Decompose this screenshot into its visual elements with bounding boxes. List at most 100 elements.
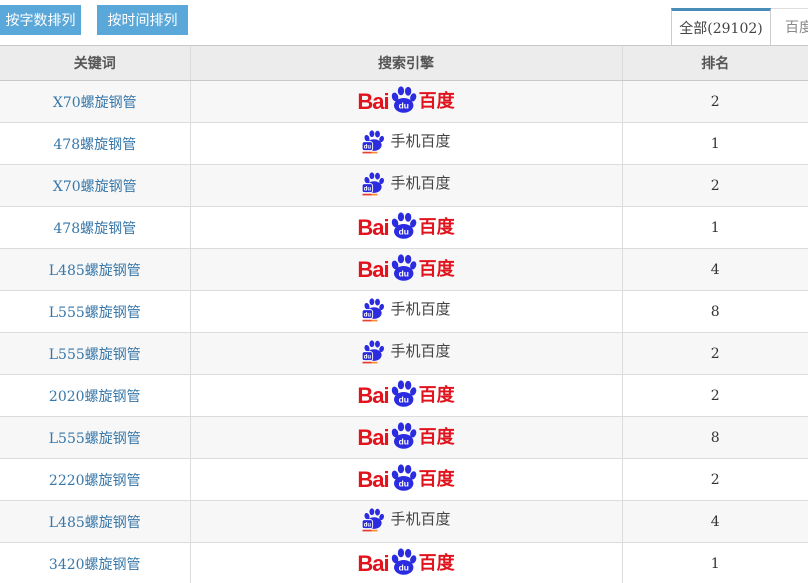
mobile-baidu-du-text: du (364, 354, 372, 360)
baidu-logo-cn-text: 百度 (419, 387, 455, 405)
engine-cell: du 手机百度 (190, 123, 622, 165)
keyword-cell: L555螺旋钢管 (0, 291, 190, 333)
baidu-logo-bai-text: Bai (357, 385, 388, 407)
rank-value: 1 (711, 220, 720, 236)
baidu-logo-cn-text: 百度 (419, 219, 455, 237)
baidu-paw-icon: du (390, 380, 417, 407)
mobile-baidu-label: 手机百度 (390, 512, 450, 527)
baidu-logo: Bai du 百度 (357, 256, 454, 283)
mobile-baidu-logo: du 手机百度 (361, 298, 450, 322)
baidu-logo-cn-text: 百度 (419, 261, 455, 279)
rank-value: 2 (711, 388, 720, 404)
baidu-logo-bai-text: Bai (357, 217, 388, 239)
baidu-logo: Bai du 百度 (357, 550, 454, 577)
mobile-baidu-du-text: du (364, 186, 372, 192)
mobile-baidu-icon: du (361, 172, 385, 196)
keyword-link[interactable]: 2220螺旋钢管 (49, 473, 141, 489)
rank-cell: 8 (622, 417, 808, 459)
mobile-baidu-logo: du 手机百度 (361, 508, 450, 532)
table-row: 478螺旋钢管 Bai du 百度 1 (0, 207, 808, 249)
keyword-link[interactable]: 2020螺旋钢管 (49, 389, 141, 405)
engine-cell: Bai du 百度 (190, 81, 622, 123)
rank-cell: 1 (622, 207, 808, 249)
rank-cell: 1 (622, 123, 808, 165)
keyword-link[interactable]: 478螺旋钢管 (53, 137, 136, 153)
baidu-paw-icon: du (390, 86, 417, 113)
baidu-logo-bai-text: Bai (357, 427, 388, 449)
keyword-link[interactable]: 3420螺旋钢管 (49, 557, 141, 573)
table-row: L485螺旋钢管 Bai du 百度 4 (0, 249, 808, 291)
table-row: L555螺旋钢管 Bai du 百度 8 (0, 417, 808, 459)
baidu-paw-icon: du (390, 422, 417, 449)
baidu-logo: Bai du 百度 (357, 88, 454, 115)
keyword-cell: L555螺旋钢管 (0, 417, 190, 459)
column-header-engine: 搜索引擎 (190, 46, 622, 81)
mobile-baidu-icon: du (361, 340, 385, 364)
keyword-cell: 2020螺旋钢管 (0, 375, 190, 417)
column-header-rank: 排名 (622, 46, 808, 81)
engine-cell: Bai du 百度 (190, 207, 622, 249)
mobile-baidu-du-text: du (364, 522, 372, 528)
baidu-logo-bai-text: Bai (357, 91, 388, 113)
keyword-cell: L555螺旋钢管 (0, 333, 190, 375)
rank-cell: 1 (622, 543, 808, 583)
rank-value: 2 (711, 94, 720, 110)
engine-cell: Bai du 百度 (190, 417, 622, 459)
keyword-link[interactable]: X70螺旋钢管 (53, 95, 137, 111)
rank-cell: 2 (622, 165, 808, 207)
rank-value: 2 (711, 178, 720, 194)
engine-cell: du 手机百度 (190, 165, 622, 207)
baidu-logo-bai-text: Bai (357, 553, 388, 575)
engine-cell: du 手机百度 (190, 501, 622, 543)
mobile-baidu-icon: du (361, 508, 385, 532)
keyword-link[interactable]: 478螺旋钢管 (53, 221, 136, 237)
mobile-baidu-du-text: du (364, 312, 372, 318)
keyword-cell: L485螺旋钢管 (0, 249, 190, 291)
mobile-baidu-logo: du 手机百度 (361, 172, 450, 196)
table-row: 2020螺旋钢管 Bai du 百度 2 (0, 375, 808, 417)
baidu-logo-du-text: du (398, 226, 408, 236)
rank-cell: 8 (622, 291, 808, 333)
baidu-paw-icon: du (390, 254, 417, 281)
baidu-logo-du-text: du (398, 100, 408, 110)
mobile-baidu-logo: du 手机百度 (361, 340, 450, 364)
rank-cell: 2 (622, 333, 808, 375)
tab-all[interactable]: 全部(29102) (671, 8, 771, 45)
table-row: 3420螺旋钢管 Bai du 百度 1 (0, 543, 808, 583)
keyword-link[interactable]: L555螺旋钢管 (49, 347, 141, 363)
keyword-link[interactable]: L485螺旋钢管 (49, 515, 141, 531)
baidu-logo-cn-text: 百度 (419, 93, 455, 111)
baidu-logo-cn-text: 百度 (419, 429, 455, 447)
keyword-cell: X70螺旋钢管 (0, 165, 190, 207)
baidu-logo-du-text: du (398, 478, 408, 488)
tab-baidu[interactable]: 百度 (771, 8, 808, 45)
sort-by-wordcount-button[interactable]: 按字数排列 (0, 5, 81, 35)
engine-filter-tabs: 全部(29102) 百度 (671, 8, 808, 45)
mobile-baidu-label: 手机百度 (390, 344, 450, 359)
baidu-logo-du-text: du (398, 562, 408, 572)
mobile-baidu-icon: du (361, 298, 385, 322)
baidu-logo-du-text: du (398, 436, 408, 446)
engine-cell: du 手机百度 (190, 291, 622, 333)
table-row: X70螺旋钢管 Bai du 百度 2 (0, 81, 808, 123)
rank-cell: 4 (622, 249, 808, 291)
keyword-link[interactable]: L485螺旋钢管 (49, 263, 141, 279)
keyword-cell: 3420螺旋钢管 (0, 543, 190, 583)
table-row: L555螺旋钢管 du 手机百度 8 (0, 291, 808, 333)
keyword-link[interactable]: L555螺旋钢管 (49, 431, 141, 447)
table-row: L485螺旋钢管 du 手机百度 4 (0, 501, 808, 543)
rank-value: 4 (711, 514, 720, 530)
engine-cell: Bai du 百度 (190, 543, 622, 583)
rank-value: 8 (711, 304, 720, 320)
sort-by-time-button[interactable]: 按时间排列 (97, 5, 188, 35)
baidu-logo: Bai du 百度 (357, 382, 454, 409)
rank-value: 2 (711, 472, 720, 488)
keyword-link[interactable]: X70螺旋钢管 (53, 179, 137, 195)
keyword-cell: 478螺旋钢管 (0, 207, 190, 249)
rank-cell: 4 (622, 501, 808, 543)
baidu-logo-cn-text: 百度 (419, 471, 455, 489)
rank-cell: 2 (622, 81, 808, 123)
baidu-paw-icon: du (390, 548, 417, 575)
keyword-link[interactable]: L555螺旋钢管 (49, 305, 141, 321)
mobile-baidu-label: 手机百度 (390, 176, 450, 191)
